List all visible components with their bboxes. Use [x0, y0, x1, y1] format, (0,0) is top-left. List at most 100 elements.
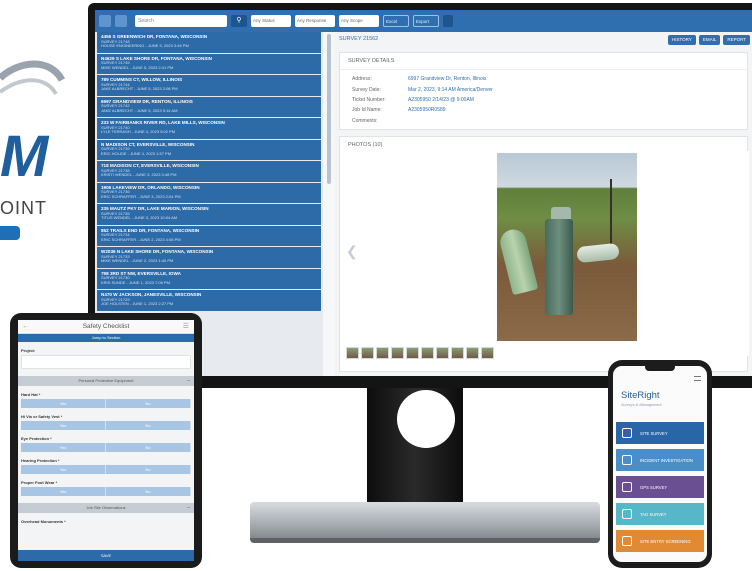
phone-tile-label: SITE SURVEY: [640, 430, 668, 436]
response-filter-select[interactable]: Any Response: [295, 15, 335, 27]
phone-tile-label: SITE ENTRY SCREENING: [640, 538, 691, 544]
survey-title: SURVEY 21562: [339, 36, 379, 42]
collapse-icon[interactable]: –: [187, 376, 190, 386]
hamburger-menu-icon[interactable]: [694, 376, 701, 381]
checklist-header: ← Safety Checklist ☰: [18, 320, 194, 334]
back-arrow-icon[interactable]: ←: [22, 320, 29, 334]
photo-thumbnail[interactable]: [436, 347, 449, 359]
prev-photo-arrow-icon[interactable]: ❮: [346, 243, 358, 260]
menu-button[interactable]: [99, 15, 111, 27]
photo-thumbnail[interactable]: [361, 347, 374, 359]
detail-field-value: A2305950 2/14/23 @ 9:00AM: [408, 96, 474, 103]
survey-author-date: ERIC SCHRAFFER - JUNE 3, 2023 2:04 PM: [101, 193, 181, 199]
yes-no-toggle: Yes No: [21, 443, 191, 452]
photo-pipe: [576, 242, 620, 264]
ppe-question-label: Hearing Protection *: [21, 458, 60, 463]
export-button[interactable]: Export: [413, 15, 439, 27]
detail-field-row: Survey Date: Mar 2, 2023, 9:14 AM America…: [340, 84, 747, 94]
survey-list-item[interactable]: 6997 GRANDVIEW DR, RENTON, ILLINOIS SURVE…: [97, 96, 321, 117]
photo-viewer: ❮: [340, 151, 749, 359]
photo-stake: [610, 179, 612, 249]
monitor-stand-cable-hole: [397, 390, 455, 448]
excel-button[interactable]: Excel: [383, 15, 409, 27]
survey-list-item[interactable]: N4629 S LAKE SHORE DR, FONTANA, WISCONSI…: [97, 53, 321, 74]
survey-list-item[interactable]: 235 MAUTZ PKY DR, LAKE MARION, WISCONSIN…: [97, 204, 321, 225]
detail-field-row: Comments:: [340, 116, 747, 126]
menu-icon[interactable]: ☰: [183, 320, 189, 334]
site-photo[interactable]: [497, 153, 637, 341]
survey-list-item[interactable]: W2036 N LAKE SHORE DR, FONTANA, WISCONSI…: [97, 247, 321, 268]
scope-filter-select[interactable]: Any Scope: [339, 15, 379, 27]
project-field[interactable]: [21, 355, 191, 369]
no-button[interactable]: No: [106, 465, 191, 474]
detail-field-value: Mar 2, 2023, 9:14 AM America/Denver: [408, 86, 493, 93]
history-button[interactable]: HISTORY: [667, 35, 696, 45]
survey-list-item[interactable]: 718 MADISON CT, EVERSVILLE, WISCONSIN SUR…: [97, 161, 321, 182]
yes-no-toggle: Yes No: [21, 487, 191, 496]
survey-icon: [622, 428, 632, 438]
yes-button[interactable]: Yes: [21, 399, 106, 408]
status-filter-select[interactable]: Any Status: [251, 15, 291, 27]
survey-author-date: KRISTI WENDEL - JUNE 3, 2023 3:48 PM: [101, 172, 177, 178]
survey-author-date: MIKE WENDEL - JUNE 5, 2023 2:41 PM: [101, 64, 174, 70]
jump-to-section-button[interactable]: Jump to Section: [18, 334, 194, 342]
photo-thumbnail[interactable]: [451, 347, 464, 359]
survey-list-item[interactable]: 798 3RD ST NW, EVERSVILLE, IOWA SURVEY 21…: [97, 268, 321, 289]
expand-icon[interactable]: –: [187, 503, 190, 513]
list-scrollbar[interactable]: [327, 34, 331, 184]
phone-tile-gps-survey[interactable]: GPS SURVEY: [616, 476, 704, 498]
phone-device: SiteRight Surveys & Management SITE SURV…: [608, 360, 712, 568]
survey-author-date: JOE HOLSTEN - JUNE 1, 2023 2:27 PM: [101, 301, 174, 307]
brand-logo: M OINT: [0, 40, 80, 240]
yes-button[interactable]: Yes: [21, 487, 106, 496]
monitor-stand-base: [250, 502, 600, 542]
survey-list-item[interactable]: N MADISON CT, EVERSVILLE, WISCONSIN SURVE…: [97, 139, 321, 160]
survey-list-item[interactable]: 4455 S GREENWICH DR, FONTANA, WISCONSIN S…: [97, 32, 321, 53]
ppe-section-header[interactable]: Personal Protective Equipment –: [18, 376, 194, 386]
observations-section-header[interactable]: Job Site Observations –: [18, 503, 194, 513]
phone-tile-site-survey[interactable]: SITE SURVEY: [616, 422, 704, 444]
photo-thumbnail[interactable]: [346, 347, 359, 359]
no-button[interactable]: No: [106, 487, 191, 496]
search-input[interactable]: Search: [135, 15, 227, 27]
report-button[interactable]: REPORT: [723, 35, 750, 45]
detail-field-label: Ticket Number:: [352, 96, 386, 103]
detail-field-label: Comments:: [352, 117, 378, 124]
survey-list-item[interactable]: 1905 LAKEVIEW DR, ORLANDO, WISCONSIN SURV…: [97, 182, 321, 203]
photo-thumbnail[interactable]: [376, 347, 389, 359]
ppe-question-label: Eye Protection *: [21, 436, 52, 441]
photo-thumbnail[interactable]: [421, 347, 434, 359]
survey-author-date: MIKE WENDEL - JUNE 2, 2023 1:40 PM: [101, 258, 174, 264]
photo-thumbnail[interactable]: [481, 347, 494, 359]
detail-field-label: Job Id Name:: [352, 107, 382, 114]
survey-list-item[interactable]: 789 CUMMINS CT, WILLOW, ILLINOIS SURVEY 2…: [97, 75, 321, 96]
survey-list-item[interactable]: 233 W FAIRBANKS RIVER RD, LAKE MILLS, WI…: [97, 118, 321, 139]
app-toolbar: Search ⚲ Any Status Any Response Any Sco…: [95, 10, 752, 32]
view-toggle-button[interactable]: [115, 15, 127, 27]
photo-thumbnail[interactable]: [391, 347, 404, 359]
overhead-label: Overhead Monuments *: [21, 519, 66, 524]
survey-list-item[interactable]: 852 TRAILS END DR, FONTANA, WISCONSIN SUR…: [97, 225, 321, 246]
survey-fields: Address: 6997 Grandview Dr, Renton, Illin…: [340, 70, 747, 126]
email-button[interactable]: EMAIL: [698, 35, 721, 45]
photo-thumbnail[interactable]: [406, 347, 419, 359]
checklist-title: Safety Checklist: [82, 323, 130, 330]
yes-button[interactable]: Yes: [21, 421, 106, 430]
phone-tile-site-entry-screening[interactable]: SITE ENTRY SCREENING: [616, 530, 704, 552]
save-button[interactable]: SAVE: [18, 550, 194, 561]
yes-button[interactable]: Yes: [21, 443, 106, 452]
add-button[interactable]: [443, 15, 453, 27]
phone-tile-tag-survey[interactable]: TAG SURVEY: [616, 503, 704, 525]
phone-notch: [645, 366, 675, 371]
yes-button[interactable]: Yes: [21, 465, 106, 474]
survey-author-date: JAKE ALBRECHT - JUNE 5, 2023 9:14 AM: [101, 107, 178, 113]
no-button[interactable]: No: [106, 399, 191, 408]
app-tagline: Surveys & Management: [621, 403, 662, 407]
photo-thumbnail[interactable]: [466, 347, 479, 359]
search-button[interactable]: ⚲: [231, 15, 247, 27]
phone-tile-incident-investigation[interactable]: INCIDENT INVESTIGATION: [616, 449, 704, 471]
survey-list-item[interactable]: N470 W JACKSON, JANESVILLE, WISCONSIN SUR…: [97, 290, 321, 311]
monitor-stand-base-edge: [250, 538, 600, 543]
no-button[interactable]: No: [106, 421, 191, 430]
no-button[interactable]: No: [106, 443, 191, 452]
